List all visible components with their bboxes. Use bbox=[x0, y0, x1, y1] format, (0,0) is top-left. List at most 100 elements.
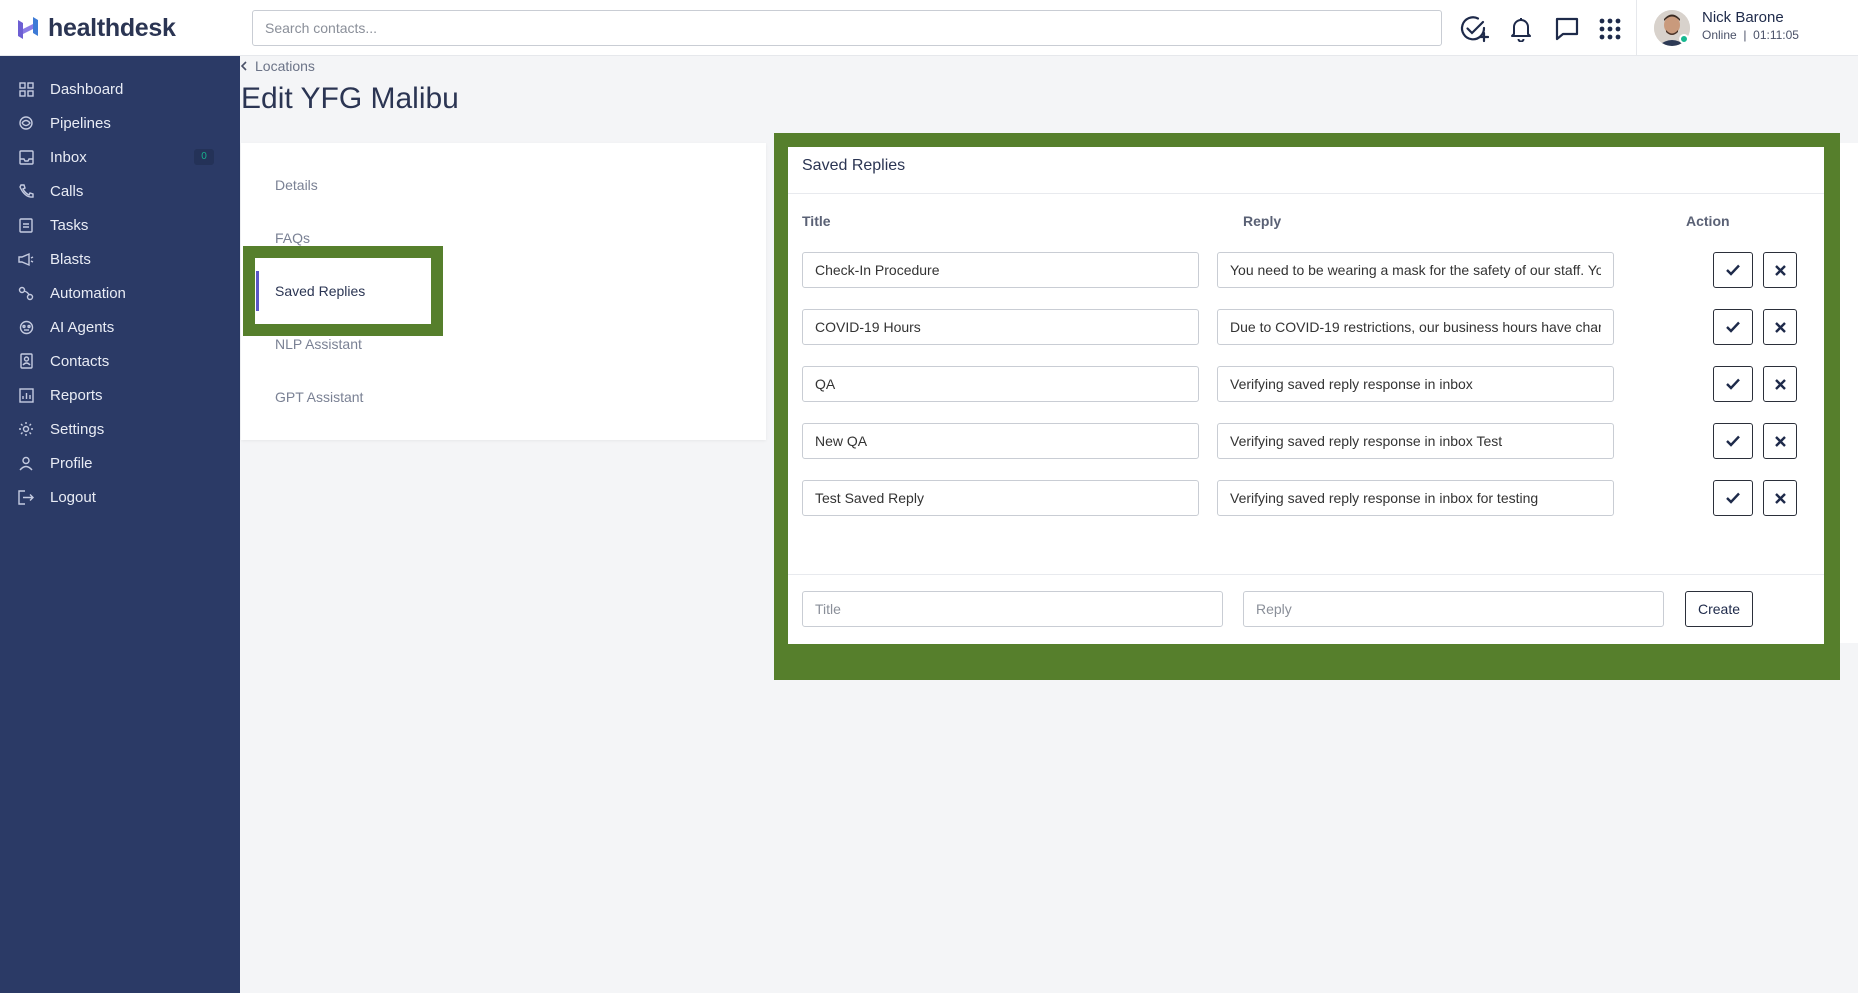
tab-label: Saved Replies bbox=[275, 283, 366, 299]
sidebar-item-label: AI Agents bbox=[50, 318, 115, 336]
reply-text-input[interactable] bbox=[1217, 309, 1614, 345]
top-bar: healthdesk Search contacts... Nick Baron… bbox=[0, 0, 1858, 56]
delete-reply-button[interactable] bbox=[1763, 480, 1797, 516]
inbox-icon bbox=[18, 149, 34, 165]
save-reply-button[interactable] bbox=[1713, 480, 1753, 516]
delete-reply-button[interactable] bbox=[1763, 309, 1797, 345]
sidebar-item-pipelines[interactable]: Pipelines bbox=[0, 106, 240, 140]
close-icon bbox=[1774, 378, 1786, 390]
create-button[interactable]: Create bbox=[1685, 591, 1753, 627]
tasks-icon bbox=[18, 217, 34, 233]
online-status-dot bbox=[1679, 34, 1689, 44]
sidebar-item-label: Inbox bbox=[50, 148, 87, 166]
breadcrumb-label: Locations bbox=[255, 58, 315, 74]
sidebar-item-calls[interactable]: Calls bbox=[0, 174, 240, 208]
close-icon bbox=[1774, 492, 1786, 504]
tab-faqs[interactable]: FAQs bbox=[241, 218, 491, 258]
app-logo[interactable]: healthdesk bbox=[14, 12, 176, 44]
sidebar-item-label: Calls bbox=[50, 182, 84, 200]
save-reply-button[interactable] bbox=[1713, 366, 1753, 402]
new-reply-text-input[interactable] bbox=[1243, 591, 1664, 627]
save-reply-button[interactable] bbox=[1713, 252, 1753, 288]
tab-saved-replies[interactable]: Saved Replies bbox=[241, 271, 491, 311]
user-name: Nick Barone bbox=[1702, 9, 1784, 26]
check-icon bbox=[1726, 378, 1740, 390]
sidebar-item-profile[interactable]: Profile bbox=[0, 446, 240, 480]
new-reply-title-input[interactable] bbox=[802, 591, 1223, 627]
delete-reply-button[interactable] bbox=[1763, 423, 1797, 459]
breadcrumb[interactable]: Locations bbox=[241, 58, 315, 74]
delete-reply-button[interactable] bbox=[1763, 366, 1797, 402]
chevron-left-icon bbox=[241, 61, 247, 71]
sidebar-item-reports[interactable]: Reports bbox=[0, 378, 240, 412]
inbox-count-badge: 0 bbox=[194, 149, 214, 165]
automation-icon bbox=[18, 285, 34, 301]
divider bbox=[788, 193, 1824, 194]
sidebar-item-label: Blasts bbox=[50, 250, 91, 268]
reply-title-input[interactable] bbox=[802, 423, 1199, 459]
close-icon bbox=[1774, 435, 1786, 447]
column-header-title: Title bbox=[802, 213, 831, 229]
gear-icon bbox=[18, 421, 34, 437]
sidebar-item-contacts[interactable]: Contacts bbox=[0, 344, 240, 378]
reply-title-input[interactable] bbox=[802, 309, 1199, 345]
bell-icon[interactable] bbox=[1505, 13, 1537, 45]
save-reply-button[interactable] bbox=[1713, 423, 1753, 459]
phone-icon bbox=[18, 183, 34, 199]
reports-icon bbox=[18, 387, 34, 403]
column-header-action: Action bbox=[1686, 213, 1730, 229]
sidebar-item-settings[interactable]: Settings bbox=[0, 412, 240, 446]
sidebar-item-label: Contacts bbox=[50, 352, 110, 370]
sidebar-item-label: Automation bbox=[50, 284, 126, 302]
delete-reply-button[interactable] bbox=[1763, 252, 1797, 288]
apps-grid-icon[interactable] bbox=[1594, 13, 1626, 45]
close-icon bbox=[1774, 321, 1786, 333]
check-icon bbox=[1726, 321, 1740, 333]
top-divider bbox=[1636, 0, 1637, 56]
sidebar-item-label: Pipelines bbox=[50, 114, 111, 132]
logout-icon bbox=[18, 489, 34, 505]
close-icon bbox=[1774, 264, 1786, 276]
sidebar-item-blasts[interactable]: Blasts bbox=[0, 242, 240, 276]
reply-title-input[interactable] bbox=[802, 252, 1199, 288]
chat-icon[interactable] bbox=[1551, 13, 1583, 45]
column-header-reply: Reply bbox=[1243, 213, 1282, 229]
search-input[interactable] bbox=[252, 10, 1442, 46]
reply-text-input[interactable] bbox=[1217, 252, 1614, 288]
sidebar-item-label: Profile bbox=[50, 454, 93, 472]
reply-title-input[interactable] bbox=[802, 480, 1199, 516]
sidebar-item-tasks[interactable]: Tasks bbox=[0, 208, 240, 242]
reply-text-input[interactable] bbox=[1217, 480, 1614, 516]
sidebar-item-label: Dashboard bbox=[50, 80, 124, 98]
check-circle-plus-icon[interactable] bbox=[1458, 13, 1490, 45]
tab-details[interactable]: Details bbox=[241, 165, 491, 205]
reply-text-input[interactable] bbox=[1217, 423, 1614, 459]
logo-text: healthdesk bbox=[48, 13, 176, 42]
save-reply-button[interactable] bbox=[1713, 309, 1753, 345]
dashboard-icon bbox=[18, 81, 34, 97]
logo-icon bbox=[18, 17, 38, 39]
tab-gpt-assistant[interactable]: GPT Assistant bbox=[241, 377, 491, 417]
reply-text-input[interactable] bbox=[1217, 366, 1614, 402]
check-icon bbox=[1726, 264, 1740, 276]
megaphone-icon bbox=[18, 251, 34, 267]
divider bbox=[788, 574, 1824, 575]
active-tab-indicator bbox=[256, 271, 259, 311]
sidebar-item-automation[interactable]: Automation bbox=[0, 276, 240, 310]
profile-icon bbox=[18, 455, 34, 471]
reply-title-input[interactable] bbox=[802, 366, 1199, 402]
sidebar-item-dashboard[interactable]: Dashboard bbox=[0, 72, 240, 106]
user-status: Online | 01:11:05 bbox=[1702, 28, 1799, 42]
page-title: Edit YFG Malibu bbox=[241, 82, 459, 115]
check-icon bbox=[1726, 435, 1740, 447]
tab-nlp-assistant[interactable]: NLP Assistant bbox=[241, 324, 491, 364]
sidebar-item-logout[interactable]: Logout bbox=[0, 480, 240, 514]
sidebar-item-inbox[interactable]: Inbox 0 bbox=[0, 140, 240, 174]
sidebar-item-ai-agents[interactable]: AI Agents bbox=[0, 310, 240, 344]
sidebar-item-label: Tasks bbox=[50, 216, 89, 234]
contacts-icon bbox=[18, 353, 34, 369]
panel-edge bbox=[1840, 143, 1858, 643]
sidebar-item-label: Settings bbox=[50, 420, 105, 438]
sidebar-item-label: Reports bbox=[50, 386, 103, 404]
ai-agents-icon bbox=[18, 319, 34, 335]
